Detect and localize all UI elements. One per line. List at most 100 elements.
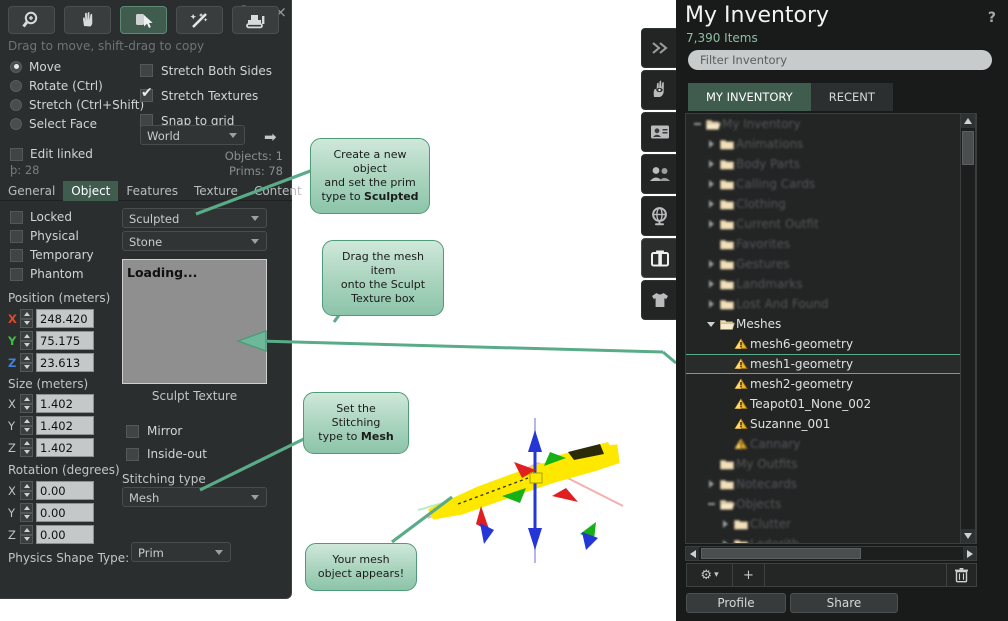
inventory-filter-input[interactable]: Filter Inventory xyxy=(688,50,992,70)
tree-folder-row[interactable]: Current Outfit xyxy=(686,214,976,234)
tab-content[interactable]: Content xyxy=(246,181,310,201)
inventory-help-button[interactable]: ? xyxy=(988,10,996,26)
chevron-right-icon[interactable] xyxy=(704,260,718,268)
collapse-icon[interactable] xyxy=(704,503,718,505)
tree-item-row[interactable]: Cannary xyxy=(686,434,976,454)
tab-my-inventory[interactable]: MY INVENTORY xyxy=(688,83,811,111)
size-y-value[interactable]: 1.402 xyxy=(36,416,94,435)
stitching-type-dropdown[interactable]: Mesh xyxy=(122,487,267,507)
scroll-right-button[interactable] xyxy=(963,547,976,560)
tree-folder-row[interactable]: Clothing xyxy=(686,194,976,214)
chevron-right-icon[interactable] xyxy=(718,520,732,528)
tree-folder-row[interactable]: Objects xyxy=(686,494,976,514)
chevron-down-icon[interactable] xyxy=(704,321,718,327)
scroll-thumb[interactable] xyxy=(962,131,974,165)
create-tool-button[interactable] xyxy=(176,6,223,34)
scroll-thumb[interactable] xyxy=(701,548,861,559)
scroll-left-button[interactable] xyxy=(686,547,699,560)
size-z-field[interactable]: Z 1.402 xyxy=(8,438,94,457)
checkbox-stretch-textures[interactable]: Stretch Textures xyxy=(140,83,272,108)
position-y-field[interactable]: Y 75.175 xyxy=(8,331,94,350)
chevron-right-icon[interactable] xyxy=(704,300,718,308)
grid-mode-dropdown[interactable]: World xyxy=(140,125,245,145)
tree-folder-row[interactable]: Landmarks xyxy=(686,274,976,294)
rotation-y-value[interactable]: 0.00 xyxy=(36,503,94,522)
sidebar-inventory-button[interactable] xyxy=(641,238,679,278)
radio-stretch[interactable]: Stretch (Ctrl+Shift) xyxy=(10,95,144,114)
tree-folder-row[interactable]: Animations xyxy=(686,134,976,154)
size-y-field[interactable]: Y 1.402 xyxy=(8,416,94,435)
tree-item-row[interactable]: Suzanne_001 xyxy=(686,414,976,434)
size-x-value[interactable]: 1.402 xyxy=(36,394,94,413)
position-z-field[interactable]: Z 23.613 xyxy=(8,353,94,372)
spinner-position-z[interactable] xyxy=(20,353,33,372)
tree-folder-row[interactable]: Gestures xyxy=(686,254,976,274)
grid-options-button[interactable]: ➡ xyxy=(264,128,277,146)
inventory-vertical-scrollbar[interactable] xyxy=(960,113,976,544)
share-button[interactable]: Share xyxy=(790,593,898,613)
gizmo-arrow-down[interactable] xyxy=(528,528,542,550)
checkbox-mirror[interactable]: Mirror xyxy=(126,424,182,438)
spinner-size-x[interactable] xyxy=(20,394,33,413)
tab-texture[interactable]: Texture xyxy=(186,181,246,201)
checkbox-temporary[interactable]: Temporary xyxy=(10,248,94,262)
inventory-gear-button[interactable]: ⚙ ▾ xyxy=(687,564,733,586)
rotation-z-value[interactable]: 0.00 xyxy=(36,525,94,544)
radio-move[interactable]: Move xyxy=(10,57,144,76)
tree-item-row[interactable]: mesh1-geometry xyxy=(686,354,976,374)
chevron-right-icon[interactable] xyxy=(718,540,732,543)
tree-folder-row[interactable]: Meshes xyxy=(686,314,976,334)
chevron-right-icon[interactable] xyxy=(704,280,718,288)
radio-rotate[interactable]: Rotate (Ctrl) xyxy=(10,76,144,95)
tab-object[interactable]: Object xyxy=(63,181,119,201)
chevron-right-icon[interactable] xyxy=(704,480,718,488)
checkbox-phantom[interactable]: Phantom xyxy=(10,267,84,281)
physics-shape-dropdown[interactable]: Prim xyxy=(131,542,231,562)
chevron-right-icon[interactable] xyxy=(704,140,718,148)
gizmo-arrow-red-b[interactable] xyxy=(552,488,578,502)
tree-folder-row[interactable]: Ledorith xyxy=(686,534,976,543)
position-y-value[interactable]: 75.175 xyxy=(36,331,94,350)
tree-folder-row[interactable]: Calling Cards xyxy=(686,174,976,194)
position-x-field[interactable]: X 248.420 xyxy=(8,309,94,328)
inventory-horizontal-scrollbar[interactable] xyxy=(685,546,977,561)
tree-folder-row[interactable]: Favorites xyxy=(686,234,976,254)
tree-folder-row[interactable]: Body Parts xyxy=(686,154,976,174)
zoom-tool-button[interactable] xyxy=(8,6,55,34)
sidebar-expand-button[interactable] xyxy=(641,28,679,68)
spinner-position-x[interactable] xyxy=(20,309,33,328)
rotation-y-field[interactable]: Y 0.00 xyxy=(8,503,94,522)
size-x-field[interactable]: X 1.402 xyxy=(8,394,94,413)
checkbox-locked[interactable]: Locked xyxy=(10,210,72,224)
checkbox-stretch-both-sides[interactable]: Stretch Both Sides xyxy=(140,58,272,83)
spinner-rotation-y[interactable] xyxy=(20,503,33,522)
radio-select-face[interactable]: Select Face xyxy=(10,114,144,133)
checkbox-edit-linked[interactable]: Edit linked xyxy=(10,147,93,161)
tab-features[interactable]: Features xyxy=(118,181,186,201)
prim-type-dropdown[interactable]: Sculpted xyxy=(122,208,267,228)
rotation-z-field[interactable]: Z 0.00 xyxy=(8,525,94,544)
tab-general[interactable]: General xyxy=(0,181,63,201)
tree-item-row[interactable]: mesh2-geometry xyxy=(686,374,976,394)
spinner-size-z[interactable] xyxy=(20,438,33,457)
spinner-rotation-x[interactable] xyxy=(20,481,33,500)
rotation-x-field[interactable]: X 0.00 xyxy=(8,481,94,500)
spinner-size-y[interactable] xyxy=(20,416,33,435)
size-z-value[interactable]: 1.402 xyxy=(36,438,94,457)
checkbox-inside-out[interactable]: Inside-out xyxy=(126,447,207,461)
inventory-add-button[interactable]: + xyxy=(733,564,765,586)
tree-folder-row[interactable]: My Outfits xyxy=(686,454,976,474)
chevron-right-icon[interactable] xyxy=(704,220,718,228)
tree-item-row[interactable]: mesh6-geometry xyxy=(686,334,976,354)
tree-folder-row[interactable]: Lost And Found xyxy=(686,294,976,314)
land-tool-button[interactable] xyxy=(232,6,279,34)
grab-tool-button[interactable] xyxy=(120,6,167,34)
scroll-down-button[interactable] xyxy=(961,529,975,543)
sidebar-places-button[interactable] xyxy=(641,196,679,236)
tree-folder-row[interactable]: Notecards xyxy=(686,474,976,494)
tree-item-row[interactable]: Teapot01_None_002 xyxy=(686,394,976,414)
viewport-mesh-object[interactable] xyxy=(418,418,648,563)
tab-recent[interactable]: RECENT xyxy=(810,83,893,111)
spinner-position-y[interactable] xyxy=(20,331,33,350)
material-dropdown[interactable]: Stone xyxy=(122,231,267,251)
